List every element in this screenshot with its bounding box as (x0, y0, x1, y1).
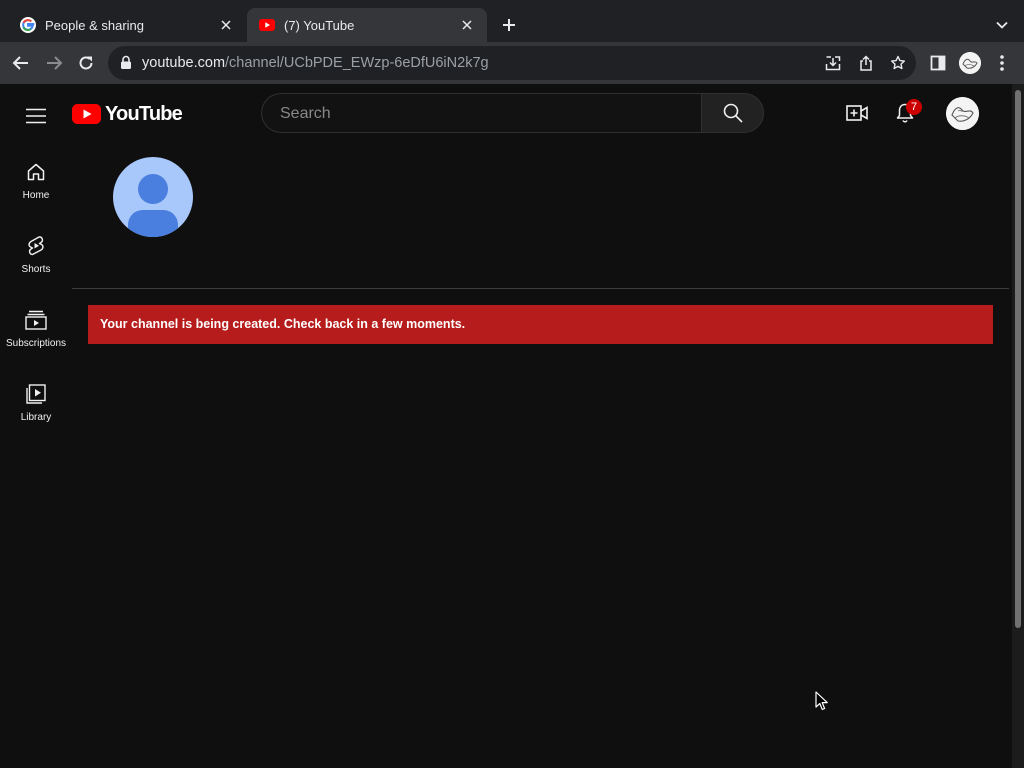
plus-icon (503, 19, 515, 31)
tab-strip: People & sharing (7) YouTube (0, 0, 1024, 42)
create-video-icon (846, 105, 868, 121)
guide-label-library: Library (20, 412, 52, 423)
chevron-down-icon (996, 21, 1008, 29)
arrow-right-icon (47, 56, 63, 70)
tab-title: (7) YouTube (284, 17, 355, 33)
lock-icon[interactable] (120, 55, 134, 71)
bookmark-star-icon[interactable] (889, 54, 907, 72)
guide-menu-button[interactable] (24, 104, 48, 128)
channel-creation-alert: Your channel is being created. Check bac… (88, 305, 993, 344)
youtube-page: YouTube 7 (0, 84, 1024, 768)
account-avatar[interactable] (946, 97, 979, 130)
search-icon (723, 103, 743, 123)
mouse-cursor-icon (815, 691, 828, 711)
subscriptions-icon (24, 308, 48, 332)
arrow-left-icon (12, 56, 28, 70)
back-button[interactable] (10, 52, 32, 74)
tab-search-button[interactable] (992, 15, 1012, 35)
url-host: youtube.com (142, 55, 226, 71)
browser-toolbar: youtube.com/channel/UCbPDE_EWzp-6eDfU6iN… (0, 42, 1024, 84)
guide-item-subscriptions[interactable]: Subscriptions (0, 294, 72, 368)
youtube-logo[interactable]: YouTube (72, 102, 183, 126)
channel-header-divider (72, 288, 1009, 289)
close-tab-icon[interactable] (459, 17, 475, 33)
guide-item-shorts[interactable]: Shorts (0, 220, 72, 294)
search-box[interactable] (261, 93, 701, 134)
tab-youtube[interactable]: (7) YouTube (247, 8, 487, 42)
forward-button[interactable] (43, 52, 65, 74)
home-icon (24, 160, 48, 184)
browser-profile-avatar[interactable] (959, 52, 981, 74)
guide-item-home[interactable]: Home (0, 146, 72, 220)
shorts-icon (24, 234, 48, 258)
reload-button[interactable] (75, 52, 97, 74)
kebab-menu-icon (1000, 55, 1004, 71)
scrollbar-thumb[interactable] (1015, 90, 1021, 628)
guide-item-library[interactable]: Library (0, 368, 72, 442)
install-icon[interactable] (824, 54, 842, 72)
address-bar[interactable]: youtube.com/channel/UCbPDE_EWzp-6eDfU6iN… (108, 46, 916, 80)
tab-people-sharing[interactable]: People & sharing (8, 8, 246, 42)
notification-count-badge: 7 (906, 99, 922, 115)
channel-avatar (113, 157, 193, 237)
url-path: /channel/UCbPDE_EWzp-6eDfU6iN2k7g (225, 55, 489, 71)
guide-label-home: Home (22, 190, 50, 201)
page-scrollbar[interactable] (1012, 84, 1024, 768)
library-icon (24, 382, 48, 406)
guide-label-shorts: Shorts (21, 264, 51, 275)
google-icon (20, 17, 36, 33)
default-user-icon (128, 174, 178, 237)
close-tab-icon[interactable] (218, 17, 234, 33)
url-text: youtube.com/channel/UCbPDE_EWzp-6eDfU6iN… (142, 46, 489, 80)
share-icon[interactable] (857, 54, 875, 72)
reload-icon (79, 56, 93, 70)
browser-menu-button[interactable] (991, 52, 1013, 74)
create-button[interactable] (844, 100, 870, 126)
new-tab-button[interactable] (498, 14, 520, 36)
tab-title: People & sharing (45, 17, 145, 33)
side-panel-icon[interactable] (927, 52, 949, 74)
hamburger-menu-icon (26, 108, 46, 124)
logo-text: YouTube (105, 102, 183, 125)
youtube-icon (259, 17, 275, 33)
guide-label-subscriptions: Subscriptions (5, 338, 67, 349)
search-input[interactable] (278, 94, 682, 134)
youtube-play-icon (72, 104, 101, 124)
search-button[interactable] (701, 93, 764, 133)
